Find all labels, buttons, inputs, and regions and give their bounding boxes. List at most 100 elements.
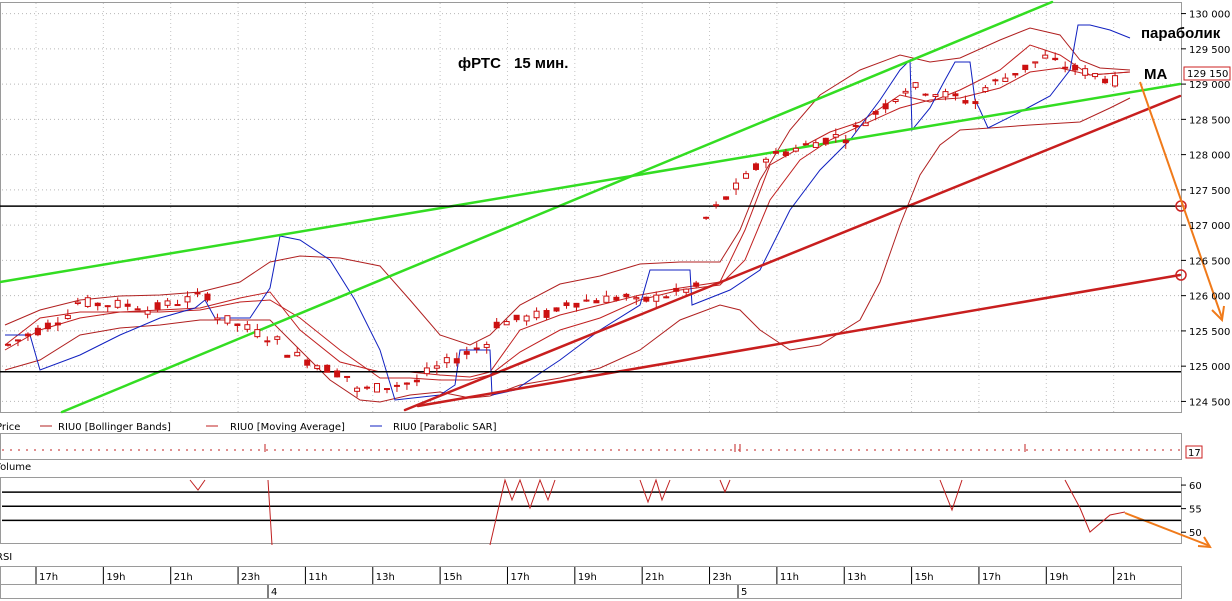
candle-body	[673, 287, 680, 292]
candle-body	[982, 87, 989, 92]
candle-body	[354, 387, 361, 392]
time-tick-label: 19h	[106, 572, 125, 583]
candle-body	[523, 315, 530, 322]
candle-body	[24, 333, 31, 337]
candlesticks	[5, 50, 1119, 398]
trend-lines	[0, 0, 1182, 414]
candle-body	[433, 365, 440, 369]
green-trend-upper	[0, 82, 1182, 284]
candle-body	[74, 301, 81, 304]
candle-body	[134, 308, 141, 311]
candle-body	[1112, 75, 1119, 87]
day-label: 4	[271, 587, 277, 598]
candle-body	[892, 99, 899, 102]
candle-body	[204, 293, 211, 301]
candle-body	[1092, 73, 1099, 78]
candle-body	[493, 321, 500, 329]
candle-body	[812, 142, 819, 148]
vertical-gridlines	[35, 3, 1115, 412]
time-tick-label: 21h	[174, 572, 193, 583]
candle-body	[254, 329, 261, 338]
ma-annotation: МА	[1144, 66, 1167, 83]
price-tick-label: 127 000	[1189, 221, 1230, 232]
candle-body	[1052, 57, 1059, 61]
candle-body	[234, 323, 241, 327]
volume-label: Volume	[0, 462, 31, 473]
time-axis: 17h 19h 21h 23h 11h 13h 15h 17h 19h 21h 23h 11h 13h 1…	[35, 567, 1136, 598]
legend: Price RIU0 [Bollinger Bands] RIU0 [Movin…	[0, 422, 497, 433]
candle-body	[5, 343, 11, 346]
candle-body	[912, 82, 919, 88]
candle-body	[174, 304, 181, 307]
candle-body	[1032, 61, 1039, 64]
candle-body	[872, 111, 879, 115]
red-trend-steep	[403, 94, 1182, 412]
price-tick-label: 125 500	[1189, 327, 1230, 338]
candle-body	[334, 370, 341, 378]
candle-body	[593, 300, 600, 304]
legend-bollinger: RIU0 [Bollinger Bands]	[58, 422, 171, 433]
candle-body	[583, 299, 590, 302]
time-tick-label: 11h	[308, 572, 327, 583]
candle-body	[1062, 66, 1069, 69]
candle-body	[164, 300, 171, 306]
time-tick-label: 21h	[645, 572, 664, 583]
candle-body	[703, 216, 710, 219]
candle-body	[553, 307, 560, 312]
candle-body	[733, 182, 740, 190]
candle-body	[1012, 73, 1019, 76]
time-tick-label: 13h	[847, 572, 866, 583]
candle-body	[1102, 78, 1109, 84]
candle-body	[822, 137, 829, 145]
candle-body	[1082, 68, 1089, 76]
candle-body	[483, 343, 490, 348]
candle-body	[713, 204, 720, 207]
time-tick-label: 21h	[1117, 572, 1136, 583]
candle-body	[124, 303, 131, 307]
candle-body	[364, 386, 371, 389]
legend-price: Price	[0, 422, 20, 433]
candle-body	[832, 134, 839, 138]
candle-body	[393, 384, 400, 387]
candle-body	[942, 91, 949, 98]
candle-body	[643, 296, 650, 302]
time-tick-label: 23h	[713, 572, 732, 583]
candle-body	[693, 282, 700, 287]
candle-body	[463, 351, 470, 355]
candle-body	[972, 101, 979, 105]
price-tick-label: 127 500	[1189, 186, 1230, 197]
legend-moving-average: RIU0 [Moving Average]	[230, 422, 345, 433]
candle-body	[54, 322, 61, 326]
time-tick-label: 19h	[1049, 572, 1068, 583]
price-tick-label: 128 000	[1189, 151, 1230, 162]
candle-body	[513, 314, 520, 321]
last-price-label: 129 150	[1187, 69, 1228, 80]
parabolic-annotation: параболик	[1141, 25, 1221, 42]
candle-body	[374, 383, 381, 393]
candle-body	[104, 305, 111, 308]
candle-body	[413, 379, 420, 383]
candle-body	[503, 321, 510, 326]
candle-body	[962, 100, 969, 104]
last-price-tag: 129 150	[1183, 66, 1231, 81]
horizontal-levels	[0, 205, 1181, 373]
candle-body	[952, 93, 959, 97]
time-tick-label: 15h	[443, 572, 462, 583]
candle-body	[573, 302, 580, 308]
candle-body	[403, 382, 410, 385]
chart-title: фРТС	[458, 55, 501, 72]
time-tick-label: 19h	[578, 572, 597, 583]
price-tick-label: 130 000	[1189, 10, 1230, 21]
candle-body	[1072, 64, 1079, 71]
candle-body	[852, 124, 859, 127]
candle-body	[653, 294, 660, 302]
candle-body	[154, 302, 161, 310]
candle-body	[792, 147, 799, 152]
candle-body	[543, 310, 550, 318]
candle-body	[723, 196, 730, 200]
candle-body	[743, 173, 750, 179]
candle-body	[752, 163, 759, 170]
time-tick-label: 17h	[510, 572, 529, 583]
red-trend-shallow	[416, 273, 1182, 408]
candle-body	[902, 90, 909, 94]
